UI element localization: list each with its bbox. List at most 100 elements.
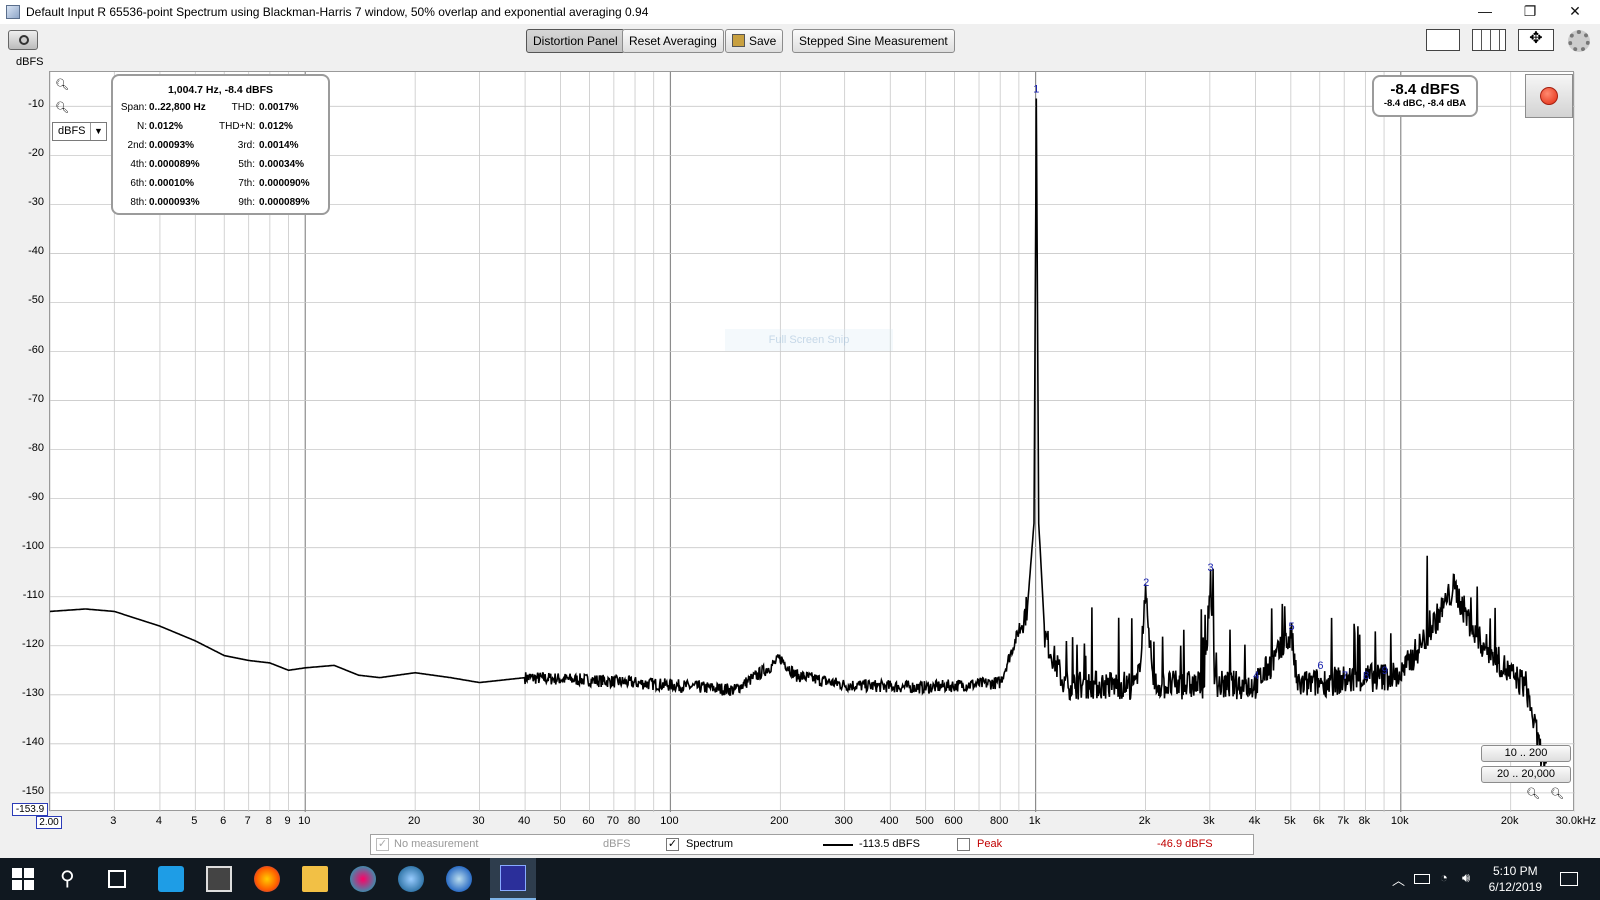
zoom-in-horizontal-icon[interactable]: 🔍︎: [1550, 787, 1564, 800]
distortion-row: 4th: 0.000089% 5th: 0.00034%: [113, 159, 328, 175]
mail-app-icon[interactable]: [446, 866, 472, 892]
zoom-preset-20-20000[interactable]: 20 .. 20,000: [1481, 766, 1571, 783]
x-tick-label: 4k: [1248, 815, 1261, 827]
battery-icon[interactable]: [1414, 874, 1430, 884]
y-tick-label: -80: [28, 441, 44, 454]
chevron-up-icon[interactable]: ︿: [1392, 870, 1405, 889]
zoom-out-horizontal-icon[interactable]: 🔍︎: [1526, 787, 1540, 800]
y-tick-label: -50: [28, 294, 44, 307]
level-main: -8.4 dBFS: [1390, 81, 1460, 98]
window-title: Default Input R 65536-point Spectrum usi…: [26, 5, 649, 19]
x-min-readout[interactable]: 2.00: [36, 816, 62, 829]
search-icon[interactable]: ⚲: [60, 866, 86, 892]
task-view-icon[interactable]: [108, 870, 126, 888]
toolbar: dBFS Distortion Panel Reset Averaging Sa…: [0, 24, 1600, 70]
harmonic-marker-4: 4: [1253, 670, 1259, 682]
x-tick-label: 3: [110, 815, 117, 827]
file-explorer-icon[interactable]: [302, 866, 328, 892]
gear-icon[interactable]: [1568, 30, 1590, 52]
x-tick-label: 8k: [1358, 815, 1371, 827]
grid-columns-icon[interactable]: [1472, 29, 1506, 51]
rew-taskbar-item[interactable]: [490, 858, 536, 900]
stepped-sine-button[interactable]: Stepped Sine Measurement: [792, 29, 955, 53]
x-tick-label: 600: [944, 815, 963, 827]
camera-icon[interactable]: [8, 30, 38, 50]
y-tick-label: -40: [28, 245, 44, 258]
settings-app-icon[interactable]: [398, 866, 424, 892]
level-meter: -8.4 dBFS -8.4 dBC, -8.4 dBA: [1372, 75, 1478, 117]
level-weighted: -8.4 dBC, -8.4 dBA: [1383, 98, 1467, 109]
rew-app-icon: [500, 865, 526, 891]
record-button[interactable]: [1525, 74, 1573, 118]
spectrum-value: -113.5 dBFS: [859, 838, 920, 850]
harmonic-marker-2: 2: [1143, 577, 1149, 589]
distortion-label: 4th:: [130, 159, 147, 170]
save-label: Save: [749, 34, 777, 48]
peak-checkbox[interactable]: [957, 838, 970, 851]
distortion-label: 5th:: [238, 159, 255, 170]
zoom-in-vertical-icon[interactable]: 🔍︎: [55, 78, 69, 91]
clock[interactable]: 5:10 PM 6/12/2019: [1489, 863, 1542, 895]
distortion-panel-button[interactable]: Distortion Panel: [526, 29, 625, 53]
x-tick-label: 100: [660, 815, 679, 827]
y-min-readout[interactable]: -153.9: [12, 803, 48, 816]
harmonic-marker-9: 9: [1382, 665, 1388, 677]
fit-axes-icon[interactable]: ✥: [1518, 29, 1554, 51]
peak-label: Peak: [977, 838, 1003, 850]
distortion-value: 0.000089%: [149, 159, 200, 170]
volume-icon[interactable]: 🔊︎: [1462, 870, 1470, 886]
y-tick-label: -150: [21, 784, 44, 797]
y-tick-label: -130: [21, 686, 44, 699]
y-tick-label: -110: [22, 588, 44, 601]
legend-bar: ✓ No measurement dBFS ✓ Spectrum -113.5 …: [370, 834, 1254, 855]
record-icon: [1540, 87, 1558, 105]
harmonic-marker-3: 3: [1208, 562, 1214, 574]
distortion-row: Span: 0..22,800 Hz THD: 0.0017%: [113, 102, 328, 118]
distortion-value: 0.000093%: [149, 197, 200, 208]
distortion-panel: 1,004.7 Hz, -8.4 dBFS Span: 0..22,800 Hz T…: [111, 74, 330, 215]
stepped-sine-label: Stepped Sine Measurement: [799, 34, 948, 48]
close-button[interactable]: ✕: [1552, 0, 1598, 24]
x-min-value: 2.00: [39, 817, 59, 828]
zoom-out-vertical-icon[interactable]: 🔍︎: [55, 101, 69, 114]
no-measurement-checkbox[interactable]: ✓: [376, 838, 389, 851]
spectrum-checkbox[interactable]: ✓: [666, 838, 679, 851]
restore-button[interactable]: ❐: [1507, 0, 1553, 24]
title-bar: Default Input R 65536-point Spectrum usi…: [0, 0, 1600, 24]
taskbar: ⚲ ︿ ◔ 🔊︎ 5:10 PM 6/12/2019: [0, 858, 1600, 900]
x-tick-label: 10: [298, 815, 311, 827]
notification-icon[interactable]: [1560, 872, 1578, 886]
peak-value: -46.9 dBFS: [1157, 838, 1213, 850]
clock-time: 5:10 PM: [1492, 864, 1538, 878]
distortion-value: 0.0014%: [259, 140, 299, 151]
harmonic-marker-1: 1: [1033, 83, 1039, 95]
firefox-icon[interactable]: [254, 866, 280, 892]
x-tick-label: 20k: [1500, 815, 1519, 827]
unit-select[interactable]: dBFS ▼: [52, 122, 107, 141]
distortion-label: 8th:: [130, 197, 147, 208]
paint-app-icon[interactable]: [350, 866, 376, 892]
zoom-preset-10-200[interactable]: 10 .. 200: [1481, 745, 1571, 762]
y-tick-label: -70: [28, 392, 44, 405]
reset-averaging-button[interactable]: Reset Averaging: [622, 29, 724, 53]
y-tick-label: -120: [21, 637, 44, 650]
harmonic-marker-6: 6: [1317, 660, 1323, 672]
x-tick-label: 4: [155, 815, 162, 827]
distortion-value: 0.000089%: [259, 197, 310, 208]
y-tick-label: -60: [28, 343, 44, 356]
distortion-value: 0.0017%: [259, 102, 299, 113]
no-measurement-unit: dBFS: [603, 838, 631, 850]
y-tick-label: -20: [28, 147, 44, 160]
distortion-label: 7th:: [238, 178, 255, 189]
x-tick-label: 400: [880, 815, 899, 827]
distortion-panel-label: Distortion Panel: [533, 34, 618, 48]
graph-layout-icon[interactable]: [1426, 29, 1460, 51]
wifi-icon[interactable]: ◔: [1440, 870, 1448, 885]
distortion-value: 0.000090%: [259, 178, 310, 189]
save-button[interactable]: Save: [725, 29, 784, 53]
chevron-down-icon: ▼: [90, 123, 106, 140]
edge-app-icon[interactable]: [158, 866, 184, 892]
minimize-button[interactable]: —: [1462, 0, 1508, 24]
windows-start-icon[interactable]: [12, 868, 34, 890]
store-app-icon[interactable]: [206, 866, 232, 892]
